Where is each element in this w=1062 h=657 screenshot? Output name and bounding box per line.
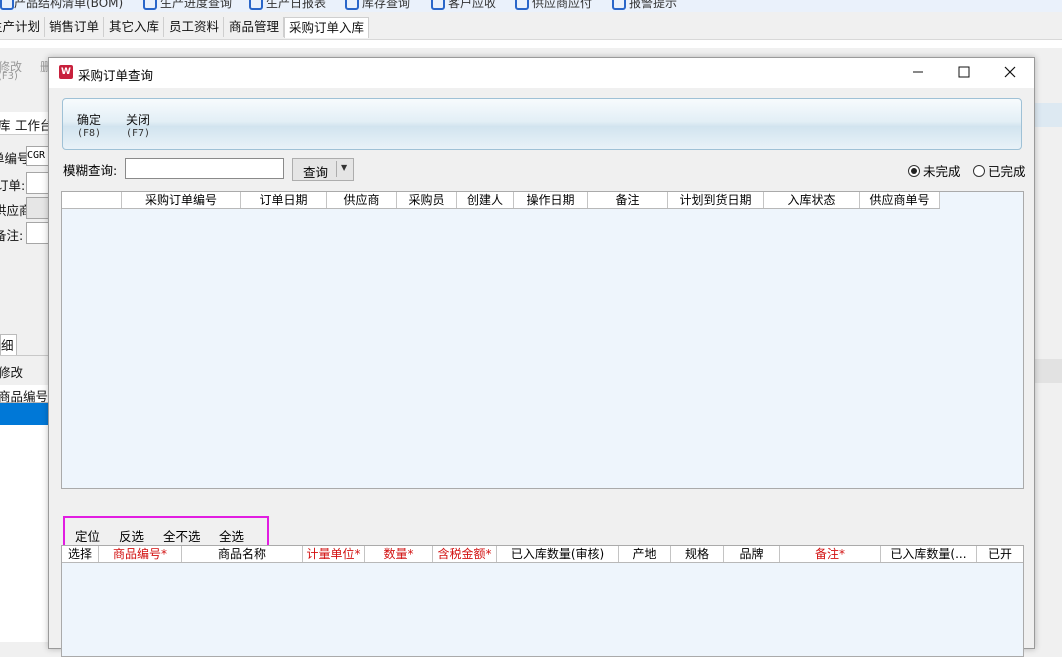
col-inbound-qty[interactable]: 已入库数量(... [881,546,977,562]
tab-other-inbound[interactable]: 其它入库 [105,17,165,37]
col-buyer[interactable]: 采购员 [397,192,457,208]
bom-icon [0,0,14,10]
bg-table-body [0,425,48,642]
confirm-label: 确定 [77,113,102,127]
background-strip [0,40,1062,48]
sub-tab-workbench[interactable]: 工作台 [15,115,53,134]
payable-icon [515,0,529,10]
fuzzy-search-label: 模糊查询: [63,163,118,178]
sub-tab-warehouse[interactable]: 库 [0,115,11,134]
inventory-icon [345,0,359,10]
tab-employee[interactable]: 员工资料 [165,17,225,37]
dialog-body: 确定 (F8) 关闭 (F7) 模糊查询: 查询 ▼ 未完成 已完成 采购订单编… [49,88,1034,657]
maximize-button[interactable] [949,62,979,84]
col-planned-arrival[interactable]: 计划到货日期 [668,192,764,208]
dropdown-arrow-icon[interactable]: ▼ [341,163,347,172]
col-supplier[interactable]: 供应商 [327,192,397,208]
col-remark[interactable]: 备注 [588,192,668,208]
detail-grid-header: 选择 商品编号* 商品名称 计量单位* 数量* 含税金额* 已入库数量(审核) … [62,546,1023,563]
order-no-field[interactable]: CGR [26,146,50,166]
daily-report-icon [249,0,263,10]
col-invoiced[interactable]: 已开 [977,546,1023,562]
col-order-date[interactable]: 订单日期 [241,192,327,208]
maximize-icon [958,66,970,78]
col-origin[interactable]: 产地 [619,546,671,562]
confirm-key: (F8) [77,128,102,139]
col-inbound-qty-audited[interactable]: 已入库数量(审核) [497,546,619,562]
remark-label: 备注: [0,228,24,243]
confirm-button[interactable]: 确定 (F8) [77,111,101,139]
detail-grid[interactable]: 选择 商品编号* 商品名称 计量单位* 数量* 含税金额* 已入库数量(审核) … [61,545,1024,657]
locate-button[interactable]: 定位 [75,526,100,545]
order-grid[interactable]: 采购订单编号 订单日期 供应商 采购员 创建人 操作日期 备注 计划到货日期 入… [61,191,1024,489]
edit-key-bg: (F3) [0,71,18,82]
progress-icon [143,0,157,10]
tab-product[interactable]: 商品管理 [225,17,285,37]
radio-unchecked-icon [973,165,985,177]
tab-purchase-inbound[interactable]: 采购订单入库 [284,17,370,38]
select-all-button[interactable]: 全选 [219,526,244,545]
alarm-icon [612,0,626,10]
dialog-title: 采购订单查询 [78,68,154,83]
radio-checked-icon [908,165,920,177]
minimize-button[interactable] [903,62,933,84]
app-logo-icon: W [59,65,73,79]
dialog-toolbar: 确定 (F8) 关闭 (F7) [62,98,1022,150]
order-label: 订单: [0,178,26,193]
col-brand[interactable]: 品牌 [724,546,780,562]
query-label: 查询 [303,165,329,180]
col-creator[interactable]: 创建人 [457,192,514,208]
col-supplier-ref[interactable]: 供应商单号 [860,192,940,208]
menu-item-inventory[interactable]: 库存查询 [362,0,410,11]
purchase-order-query-dialog: W 采购订单查询 确定 (F8) 关闭 (F7) 模糊查询: 查询 ▼ 未完成 … [48,57,1035,657]
col-product-no[interactable]: 商品编号* [99,546,182,562]
receivable-icon [431,0,445,10]
select-none-button[interactable]: 全不选 [163,526,201,545]
menu-item-payable[interactable]: 供应商应付 [532,0,592,11]
minimize-icon [913,71,923,73]
close-dialog-button[interactable]: 关闭 (F7) [126,111,150,139]
col-spec[interactable]: 规格 [671,546,724,562]
dialog-titlebar: W 采购订单查询 [49,58,1034,88]
order-field[interactable] [26,172,50,194]
col-op-date[interactable]: 操作日期 [514,192,588,208]
detail-tab[interactable]: 细 [0,334,17,356]
col-product-name[interactable]: 商品名称 [182,546,303,562]
menu-item-progress[interactable]: 生产进度查询 [160,0,232,11]
col-order-no[interactable]: 采购订单编号 [122,192,241,208]
top-menu-bar: 产品结构清单(BOM) 生产进度查询 生产日报表 库存查询 客户应收 供应商应付… [0,0,1062,12]
close-key: (F7) [126,128,151,139]
radio-complete[interactable]: 已完成 [973,161,1026,180]
query-button[interactable]: 查询 ▼ [292,158,354,181]
bg-right-strip [1033,48,1062,642]
document-tabs: 生产计划 销售订单 其它入库 员工资料 商品管理 采购订单入库 [0,15,1062,40]
menu-item-bom[interactable]: 产品结构清单(BOM) [14,0,123,11]
tab-production-plan[interactable]: 生产计划 [0,17,46,37]
order-grid-header: 采购订单编号 订单日期 供应商 采购员 创建人 操作日期 备注 计划到货日期 入… [62,192,940,209]
col-row-header [62,192,122,208]
col-quantity[interactable]: 数量* [365,546,433,562]
supplier-field[interactable] [26,197,50,219]
menu-item-alarm[interactable]: 报警提示 [629,0,677,11]
col-select[interactable]: 选择 [62,546,99,562]
menu-item-receivable[interactable]: 客户应收 [448,0,496,11]
col-detail-remark[interactable]: 备注* [780,546,881,562]
fuzzy-search-input[interactable] [125,158,284,179]
edit-label-bg: 修改 [0,365,24,380]
col-unit[interactable]: 计量单位* [303,546,365,562]
col-inbound-status[interactable]: 入库状态 [764,192,860,208]
close-icon [1004,66,1016,78]
selected-row[interactable] [0,403,48,425]
invert-selection-button[interactable]: 反选 [119,526,144,545]
radio-incomplete[interactable]: 未完成 [908,161,961,180]
close-label: 关闭 [126,113,151,127]
tab-sales-order[interactable]: 销售订单 [45,17,105,37]
close-button[interactable] [995,62,1025,84]
menu-item-daily-report[interactable]: 生产日报表 [266,0,326,11]
remark-field[interactable] [26,222,50,244]
bg-table-header: 商品编号 [0,385,48,404]
col-tax-amount[interactable]: 含税金额* [433,546,497,562]
